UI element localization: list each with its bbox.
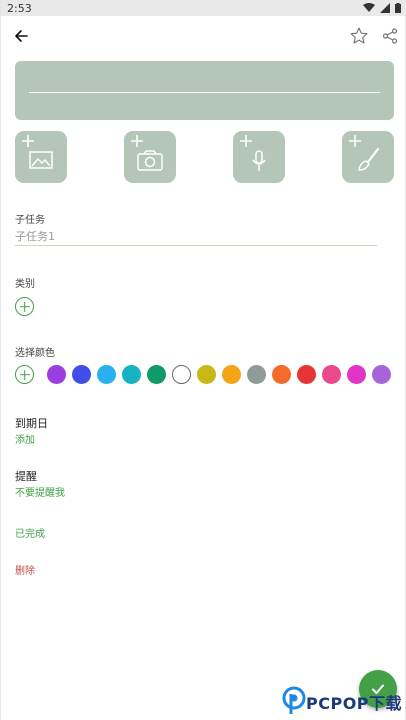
arrow-left-icon bbox=[15, 30, 28, 42]
color-swatch[interactable] bbox=[47, 365, 66, 384]
back-button[interactable] bbox=[9, 24, 33, 48]
add-category-button[interactable] bbox=[15, 297, 34, 316]
color-swatch[interactable] bbox=[247, 365, 266, 384]
status-icons bbox=[363, 3, 401, 13]
color-swatch[interactable] bbox=[347, 365, 366, 384]
color-swatch[interactable] bbox=[222, 365, 241, 384]
battery-icon bbox=[395, 3, 401, 13]
delete-button[interactable]: 删除 bbox=[15, 562, 35, 577]
mark-completed-button[interactable]: 已完成 bbox=[15, 525, 45, 540]
watermark-brand: PCPOP下载 bbox=[306, 694, 403, 713]
add-color-button[interactable] bbox=[15, 365, 34, 384]
reminder-value-link[interactable]: 不要提醒我 bbox=[15, 484, 65, 499]
add-audio-button[interactable] bbox=[233, 131, 285, 183]
add-photo-button[interactable] bbox=[124, 131, 176, 183]
watermark: PCPOP下载 bbox=[282, 684, 406, 720]
add-image-button[interactable] bbox=[15, 131, 67, 183]
color-swatch[interactable] bbox=[197, 365, 216, 384]
title-input-underline bbox=[29, 92, 380, 93]
color-label: 选择颜色 bbox=[15, 348, 55, 359]
color-swatch[interactable] bbox=[97, 365, 116, 384]
subtask-label: 子任务 bbox=[15, 215, 45, 226]
status-time: 2:53 bbox=[7, 1, 32, 15]
status-bar: 2:53 bbox=[1, 0, 406, 16]
reminder-title: 提醒 bbox=[15, 470, 37, 483]
color-swatch[interactable] bbox=[272, 365, 291, 384]
color-swatch[interactable] bbox=[322, 365, 341, 384]
star-outline-icon bbox=[350, 27, 368, 44]
favorite-button[interactable] bbox=[347, 24, 371, 48]
add-brush-icon bbox=[349, 135, 380, 171]
signal-icon bbox=[380, 3, 390, 13]
color-swatch[interactable] bbox=[297, 365, 316, 384]
share-icon bbox=[382, 28, 398, 44]
color-swatch[interactable] bbox=[147, 365, 166, 384]
title-input-card[interactable] bbox=[15, 61, 394, 120]
share-button[interactable] bbox=[378, 24, 402, 48]
subtask-input[interactable]: 子任务1 bbox=[15, 230, 377, 246]
color-swatch[interactable] bbox=[72, 365, 91, 384]
due-date-title: 到期日 bbox=[15, 417, 48, 430]
due-date-add-link[interactable]: 添加 bbox=[15, 431, 35, 446]
add-sketch-button[interactable] bbox=[342, 131, 394, 183]
add-mic-icon bbox=[240, 135, 266, 171]
add-image-icon bbox=[22, 135, 53, 169]
color-swatch[interactable] bbox=[122, 365, 141, 384]
toolbar bbox=[1, 22, 406, 50]
color-swatch[interactable] bbox=[372, 365, 391, 384]
color-swatch[interactable] bbox=[172, 365, 191, 384]
wifi-icon bbox=[363, 3, 375, 12]
pcpop-logo-icon bbox=[282, 686, 306, 714]
category-label: 类别 bbox=[15, 279, 35, 290]
add-camera-icon bbox=[131, 135, 163, 171]
